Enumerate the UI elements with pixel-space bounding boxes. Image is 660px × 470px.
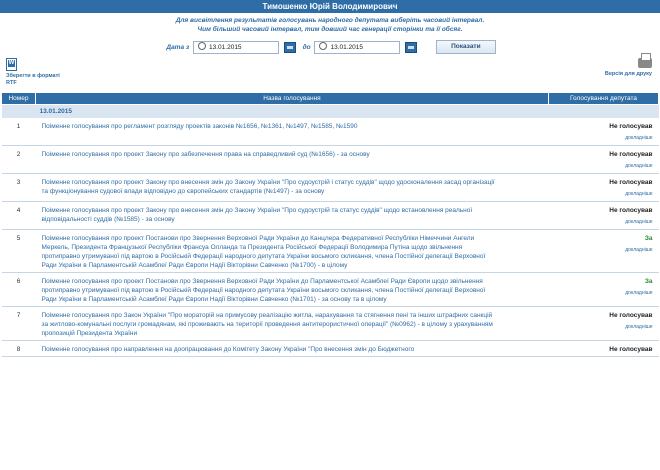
vote-title-link[interactable]: Поіменне голосування про проект Закону п… (35, 173, 549, 202)
vote-title-link[interactable]: Поіменне голосування про проект Постанов… (35, 272, 549, 307)
row-number: 5 (1, 229, 36, 273)
vote-result: Не голосував докладніше (548, 118, 659, 146)
printer-icon (638, 53, 652, 68)
table-row: 8 Поіменне голосування про направлення на… (1, 340, 659, 357)
info-line-1: Для висвітлення результатів голосувань н… (175, 17, 485, 24)
date-group-label: 13.01.2015 (35, 104, 659, 118)
vote-title-link[interactable]: Поіменне голосування про регламент розгл… (35, 118, 549, 146)
date-to-label: до (302, 43, 311, 51)
vote-result: За докладніше (548, 272, 659, 307)
vote-title-link[interactable]: Поіменне голосування про проект Закону п… (35, 145, 549, 174)
date-from-label: Дата з (166, 43, 190, 51)
details-link[interactable]: докладніше (553, 289, 652, 298)
vote-result: Не голосував докладніше (548, 145, 659, 174)
date-filter: Дата з 13.01.2015 до 13.01.2015 Показати (0, 40, 660, 54)
date-group-row: 13.01.2015 (1, 104, 659, 118)
row-number: 7 (1, 306, 36, 341)
calendar-icon[interactable] (405, 41, 418, 53)
info-line-2: Чим більший часовий інтервал, тим довший… (197, 26, 463, 33)
table-row: 2 Поіменне голосування про проект Закону … (1, 145, 659, 174)
row-number: 8 (1, 340, 36, 357)
table-row: 4 Поіменне голосування про проект Закону … (1, 201, 659, 230)
row-number: 4 (1, 201, 36, 230)
vote-result-value: Не голосував (609, 151, 653, 158)
save-rtf-link[interactable]: Зберегти в форматі RTF (6, 58, 66, 86)
table-row: 1 Поіменне голосування про регламент розг… (1, 118, 659, 146)
column-number: Номер (1, 92, 36, 105)
info-text: Для висвітлення результатів голосувань н… (0, 16, 660, 34)
vote-title-link[interactable]: Поіменне голосування про проект Постанов… (35, 229, 549, 273)
details-link[interactable]: докладніше (553, 323, 652, 332)
calendar-icon[interactable] (283, 41, 296, 53)
details-link[interactable]: докладніше (553, 246, 652, 255)
row-number: 2 (1, 145, 36, 174)
details-link[interactable]: докладніше (553, 134, 652, 143)
vote-result: Не голосував докладніше (548, 173, 659, 202)
column-vote: Голосування депутата (548, 92, 659, 105)
row-number: 1 (1, 118, 36, 146)
print-version-link[interactable]: Версія для друку (605, 53, 652, 77)
row-number: 6 (1, 272, 36, 307)
vote-result-value: Не голосував (609, 207, 653, 214)
vote-result-value: За (644, 235, 653, 242)
details-link[interactable]: докладніше (553, 190, 652, 199)
table-header: Номер Назва голосування Голосування депу… (1, 92, 659, 105)
vote-result-value: Не голосував (609, 346, 653, 353)
vote-result: Не голосував докладніше (548, 201, 659, 230)
vote-result: Не голосував докладніше (548, 306, 659, 341)
table-row: 3 Поіменне голосування про проект Закону … (1, 173, 659, 202)
search-icon (319, 41, 328, 50)
table-row: 6 Поіменне голосування про проект Постано… (1, 272, 659, 307)
vote-title-link[interactable]: Поіменне голосування про направлення на … (35, 340, 549, 357)
details-link[interactable]: докладніше (553, 162, 652, 171)
vote-result-value: Не голосував (609, 123, 653, 130)
vote-result: Не голосував (548, 340, 659, 357)
votes-table: Номер Назва голосування Голосування депу… (1, 92, 659, 357)
details-link[interactable]: докладніше (553, 218, 652, 227)
table-row: 5 Поіменне голосування про проект Постано… (1, 229, 659, 273)
column-title: Назва голосування (35, 92, 549, 105)
word-document-icon (6, 58, 17, 71)
vote-title-link[interactable]: Поіменне голосування про Закон України "… (35, 306, 549, 341)
date-to-input[interactable]: 13.01.2015 (314, 40, 401, 54)
deputy-name-title: Тимошенко Юрій Володимирович (0, 0, 660, 13)
vote-title-link[interactable]: Поіменне голосування про проект Закону п… (35, 201, 549, 230)
vote-result-value: За (644, 278, 653, 285)
vote-result-value: Не голосував (609, 179, 653, 186)
search-icon (198, 41, 207, 50)
table-row: 7 Поіменне голосування про Закон України … (1, 306, 659, 341)
vote-result-value: Не голосував (609, 312, 653, 319)
vote-result: За докладніше (548, 229, 659, 273)
show-button[interactable]: Показати (436, 40, 496, 54)
row-number: 3 (1, 173, 36, 202)
date-from-input[interactable]: 13.01.2015 (193, 40, 280, 54)
